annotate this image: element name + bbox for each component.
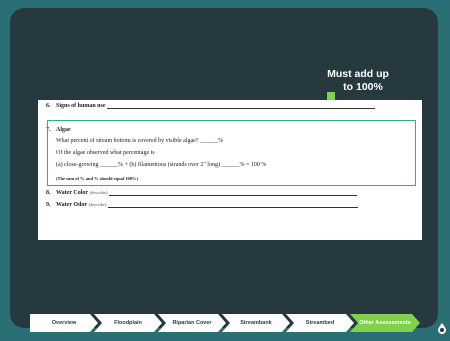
water-drop-logo-icon — [438, 323, 446, 334]
callout-text: Must add up to 100% — [318, 68, 398, 94]
tab-overview[interactable]: Overview — [30, 314, 98, 332]
section-nav: Overview Floodplain Riparian Cover Strea… — [30, 314, 430, 332]
item-6-line — [107, 103, 376, 109]
item-8-hint: (describe) — [89, 190, 108, 195]
algae-highlight-box — [47, 120, 416, 186]
item-9-number: 9. — [46, 202, 51, 208]
item-8-title: Water Color — [56, 190, 89, 196]
tab-floodplain[interactable]: Floodplain — [94, 314, 162, 332]
item-8-line — [109, 190, 358, 196]
item-6-row: 6. Signs of human use — [46, 103, 376, 109]
item-9-line — [108, 202, 359, 208]
item-8-row: 8. Water Color (describe) — [46, 190, 358, 196]
callout-line-2: to 100% — [343, 81, 383, 93]
tab-other-assessments[interactable]: Other Assessments — [350, 314, 420, 332]
tab-riparian-cover[interactable]: Riparian Cover — [158, 314, 226, 332]
callout-line-1: Must add up — [327, 68, 389, 80]
item-9-hint: (describe) — [88, 202, 107, 207]
item-9-title: Water Odor — [56, 202, 88, 208]
item-6-title: Signs of human use — [56, 103, 106, 109]
tab-streambank[interactable]: Streambank — [222, 314, 290, 332]
item-8-number: 8. — [46, 190, 51, 196]
item-6-number: 6. — [46, 103, 51, 109]
tab-streambed[interactable]: Streambed — [286, 314, 354, 332]
item-9-row: 9. Water Odor (describe) — [46, 202, 359, 208]
